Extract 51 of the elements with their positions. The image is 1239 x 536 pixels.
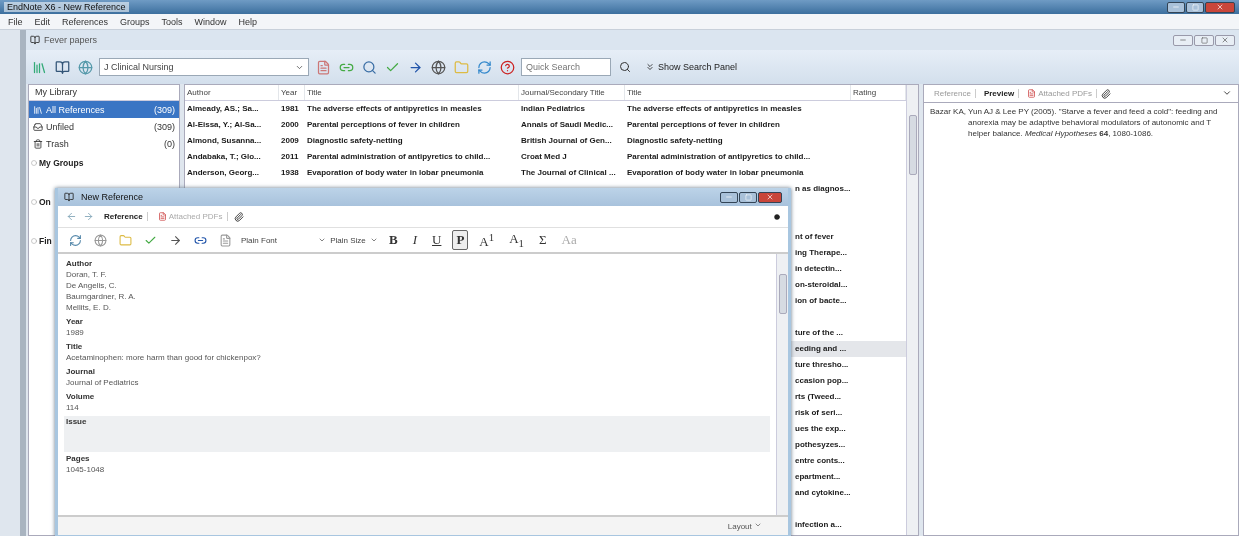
field-label: Journal — [66, 367, 96, 378]
table-cell-text: epartment... — [794, 471, 842, 483]
field-label: Volume — [66, 392, 96, 403]
table-cell-text: ion of bacte... — [794, 295, 848, 307]
table-cell-text: 1981 — [280, 103, 300, 115]
table-cell-text: The Journal of Clinical ... — [520, 167, 617, 179]
window-title: EndNote X6 - New Reference — [4, 2, 129, 12]
table-cell-text: Indian Pediatrics — [520, 103, 587, 115]
table-cell-text: Annals of Saudi Medic... — [520, 119, 614, 131]
table-cell-text: Al-Eissa, Y.; Al-Sa... — [186, 119, 263, 131]
table-cell-text: Evaporation of body water in lobar pneumonia — [306, 167, 485, 179]
table-cell-text: ues the exp... — [794, 423, 847, 435]
table-cell-text: Diagnostic safety-netting — [626, 135, 724, 147]
field-label: Year — [66, 317, 84, 328]
library-title: Fever papers — [44, 35, 98, 45]
table-cell-text: ccasion pop... — [794, 375, 850, 387]
table-cell-text: Parental administration of antipyretics to child... — [306, 151, 492, 163]
table-cell-text: Diagnostic safety-netting — [306, 135, 404, 147]
table-cell-text: The adverse effects of antipyretics in measles — [626, 103, 803, 115]
table-cell-text: Parental perceptions of fever in children — [626, 119, 781, 131]
table-cell-text: rts (Tweed... — [794, 391, 843, 403]
table-cell-text: and cytokine... — [794, 487, 852, 499]
dialog-title: New Reference — [80, 192, 145, 202]
table-cell-text: Croat Med J — [520, 151, 568, 163]
table-cell-text: Andabaka, T.; Glo... — [186, 151, 262, 163]
field-label: Author — [66, 259, 94, 270]
table-cell-text: Anderson, Georg... — [186, 167, 260, 179]
table-cell-text: in detectin... — [794, 263, 843, 275]
field-label: Issue — [66, 417, 88, 428]
table-cell-text: entre conts... — [794, 455, 846, 467]
table-cell-text: Evaporation of body water in lobar pneumonia — [626, 167, 805, 179]
table-cell-text: 2011 — [280, 151, 300, 163]
table-cell-text: Parental administration of antipyretics to child... — [626, 151, 812, 163]
field-label: Pages — [66, 454, 91, 465]
table-cell-text: The adverse effects of antipyretics in measles — [306, 103, 483, 115]
table-cell-text: British Journal of Gen... — [520, 135, 613, 147]
table-cell-text: eeding and ... — [794, 343, 848, 355]
table-cell-text: 2009 — [280, 135, 300, 147]
table-cell-text: 1938 — [280, 167, 300, 179]
table-cell-text: ture of the ... — [794, 327, 844, 339]
table-cell-text: risk of seri... — [794, 407, 844, 419]
field-label: Title — [66, 342, 84, 353]
table-cell-text: Almeady, AS.; Sa... — [186, 103, 260, 115]
table-cell-text: pothesyzes... — [794, 439, 847, 451]
table-cell-text: Almond, Susanna... — [186, 135, 263, 147]
formatted-citation: Bazar KA, Yun AJ & Lee PY (2005). "Starve a fever and feed a cold": feeding and anorexia may be adaptive behavioral modulators of autonomic and T helper balance. Medical Hypotheses 64, 1080-1086. — [930, 106, 1219, 139]
table-cell-text: Parental perceptions of fever in children — [306, 119, 461, 131]
table-cell-text: 2000 — [280, 119, 300, 131]
table-cell-text: on-steroidal... — [794, 279, 849, 291]
table-cell-text: n as diagnos... — [794, 183, 852, 195]
table-cell-text: ing Therape... — [794, 247, 848, 259]
